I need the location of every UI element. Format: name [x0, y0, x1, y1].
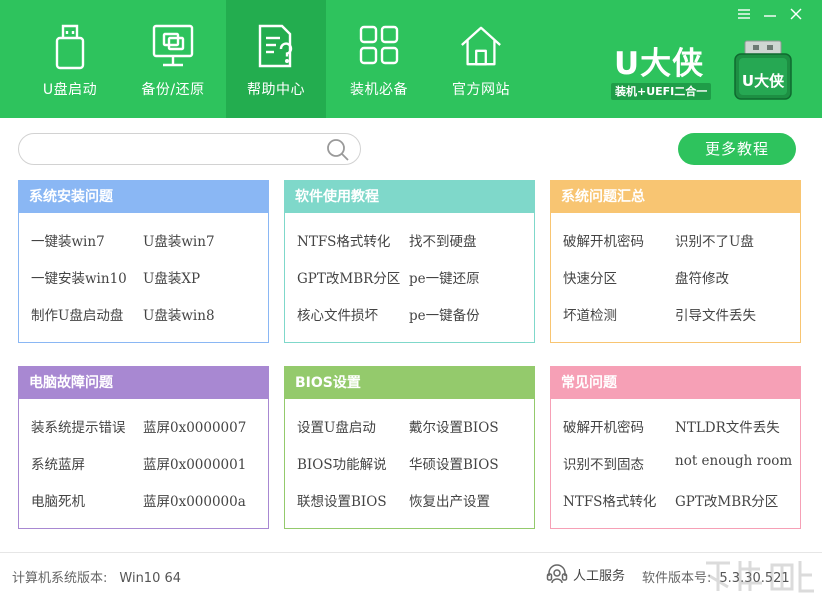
card-link[interactable]: GPT改MBR分区 — [297, 267, 400, 287]
nav-label: U盘启动 — [42, 82, 98, 98]
card-title: 系统问题汇总 — [551, 181, 800, 213]
card-link[interactable]: 华硕设置BIOS — [409, 453, 499, 473]
card-link[interactable]: 快速分区 — [563, 267, 617, 287]
headset-icon — [546, 564, 568, 584]
card-system-issues: 系统问题汇总破解开机密码 识别不了U盘快速分区 盘符修改坏道检测 引导文件丢失 — [550, 180, 801, 343]
card-title: 系统安装问题 — [19, 181, 268, 213]
card-link[interactable]: 引导文件丢失 — [675, 304, 756, 324]
footer-divider — [0, 552, 822, 553]
brand-tagline: 装机+UEFI二合一 — [611, 83, 712, 100]
nav-usb-boot[interactable]: U盘启动 — [20, 0, 120, 118]
card-link[interactable]: 蓝屏0x0000007 — [143, 416, 246, 436]
search-icon[interactable] — [326, 138, 350, 162]
nav-label: 官方网站 — [452, 82, 510, 98]
nav-label: 帮助中心 — [247, 82, 305, 98]
card-link[interactable]: GPT改MBR分区 — [675, 490, 778, 510]
card-link[interactable]: 蓝屏0x000000a — [143, 490, 246, 510]
search-input[interactable] — [33, 140, 323, 160]
system-version-label: 计算机系统版本: — [12, 571, 108, 586]
system-version: 计算机系统版本: Win10 64 — [12, 567, 181, 586]
card-link[interactable]: NTLDR文件丢失 — [675, 416, 780, 436]
card-link[interactable]: 破解开机密码 — [563, 230, 644, 250]
backup-restore-icon — [150, 22, 196, 70]
card-link[interactable]: 核心文件损坏 — [297, 304, 378, 324]
card-link[interactable]: 制作U盘启动盘 — [31, 304, 123, 324]
header-bar: U盘启动 备份/还原 帮助中心 装机必备 官方网站 U大侠 装机+UEFI二合一… — [0, 0, 822, 118]
search-box — [18, 133, 361, 165]
card-link[interactable]: U盘装XP — [143, 267, 200, 287]
card-link[interactable]: 识别不了U盘 — [675, 230, 754, 250]
card-link[interactable]: BIOS功能解说 — [297, 453, 387, 473]
card-link[interactable]: 找不到硬盘 — [409, 230, 477, 250]
card-link[interactable]: 系统蓝屏 — [31, 453, 85, 473]
card-link[interactable]: NTFS格式转化 — [297, 230, 390, 250]
usb-drive-icon — [47, 22, 93, 70]
minimize-icon[interactable] — [760, 4, 780, 24]
close-icon[interactable] — [786, 4, 806, 24]
nav-essentials[interactable]: 装机必备 — [329, 0, 429, 118]
menu-icon[interactable] — [734, 4, 754, 24]
card-link[interactable]: 破解开机密码 — [563, 416, 644, 436]
nav-label: 备份/还原 — [141, 82, 205, 98]
card-bios-settings: BIOS设置设置U盘启动 戴尔设置BIOS BIOS功能解说 华硕设置BIOS 联想设置… — [284, 366, 535, 529]
logo-text: U大侠 — [741, 72, 785, 90]
card-link[interactable]: 戴尔设置BIOS — [409, 416, 499, 436]
nav-backup-restore[interactable]: 备份/还原 — [123, 0, 223, 118]
card-link[interactable]: not enough room — [675, 453, 792, 469]
card-link[interactable]: U盘装win8 — [143, 304, 215, 324]
card-link[interactable]: 恢复出产设置 — [409, 490, 490, 510]
card-title: 电脑故障问题 — [19, 367, 268, 399]
nav-official-site[interactable]: 官方网站 — [431, 0, 531, 118]
manual-service-button[interactable]: 人工服务 — [546, 564, 625, 584]
card-link[interactable]: 蓝屏0x0000001 — [143, 453, 246, 473]
card-link[interactable]: pe一键备份 — [409, 304, 480, 324]
card-link[interactable]: U盘装win7 — [143, 230, 215, 250]
card-title: 软件使用教程 — [285, 181, 534, 213]
card-link[interactable]: 联想设置BIOS — [297, 490, 387, 510]
brand-logo: U大侠 — [731, 39, 795, 101]
apps-grid-icon — [356, 22, 402, 70]
home-icon — [458, 22, 504, 70]
nav-label: 装机必备 — [350, 82, 408, 98]
card-common-questions: 常见问题破解开机密码 NTLDR文件丢失识别不到固态 not enough room… — [550, 366, 801, 529]
card-link[interactable]: 一键装win7 — [31, 230, 105, 250]
card-title: BIOS设置 — [285, 367, 534, 399]
nav-help-center[interactable]: 帮助中心 — [226, 0, 326, 118]
card-software-tutorial: 软件使用教程 NTFS格式转化 找不到硬盘 GPT改MBR分区 pe一键还原核心文件损坏… — [284, 180, 535, 343]
system-version-value: Win10 64 — [119, 571, 182, 586]
card-link[interactable]: 装系统提示错误 — [31, 416, 126, 436]
card-link[interactable]: 一键安装win10 — [31, 267, 127, 287]
card-link[interactable]: 设置U盘启动 — [297, 416, 376, 436]
card-link[interactable]: NTFS格式转化 — [563, 490, 656, 510]
card-link[interactable]: 识别不到固态 — [563, 453, 644, 473]
brand-name: U大侠 — [614, 46, 705, 82]
more-tutorials-button[interactable]: 更多教程 — [678, 133, 796, 165]
card-system-install: 系统安装问题一键装win7 U盘装win7 一键安装win10 U盘装XP 制作U盘启动… — [18, 180, 269, 343]
help-document-icon — [253, 22, 299, 70]
card-link[interactable]: 盘符修改 — [675, 267, 729, 287]
card-title: 常见问题 — [551, 367, 800, 399]
manual-service-label: 人工服务 — [573, 568, 626, 584]
watermark-logo — [700, 555, 818, 595]
card-link[interactable]: 坏道检测 — [563, 304, 617, 324]
card-link[interactable]: 电脑死机 — [31, 490, 85, 510]
card-pc-faults: 电脑故障问题装系统提示错误 蓝屏0x0000007 系统蓝屏 蓝屏0x0000001 电… — [18, 366, 269, 529]
card-link[interactable]: pe一键还原 — [409, 267, 480, 287]
